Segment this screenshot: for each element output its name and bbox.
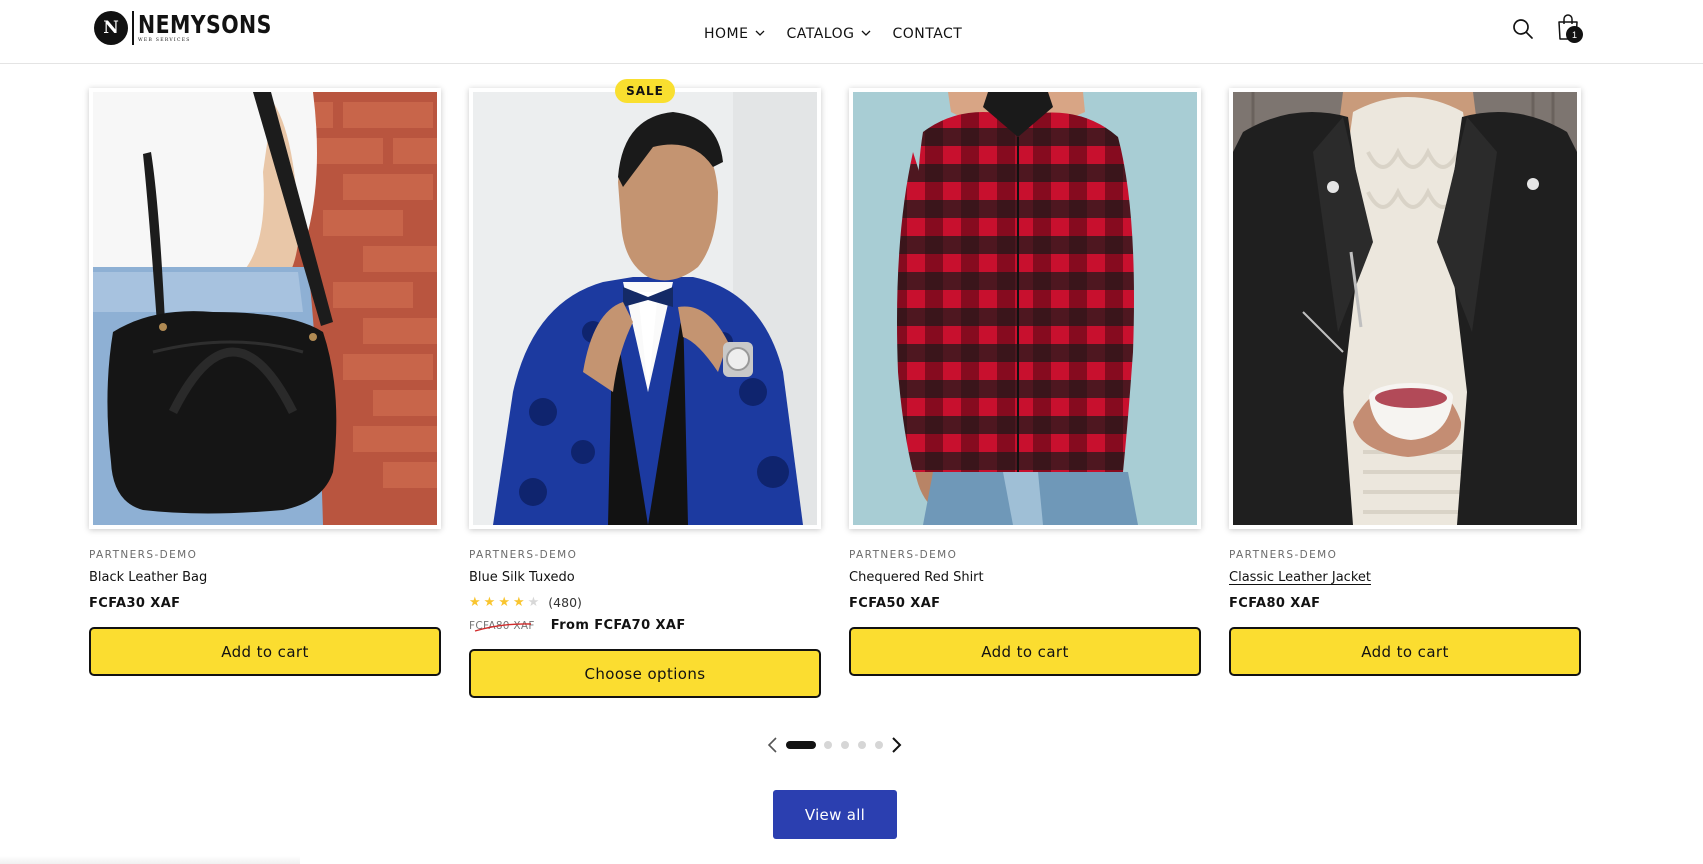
slider-prev-icon[interactable]: [765, 736, 781, 754]
strikethrough-mark: [474, 623, 532, 632]
product-title[interactable]: Chequered Red Shirt: [849, 570, 984, 585]
price-row: FCFA80 XAF From FCFA70 XAF: [469, 618, 821, 633]
logo-divider: [132, 11, 134, 45]
product-price: From FCFA70 XAF: [550, 618, 686, 633]
nav-item-contact[interactable]: CONTACT: [892, 26, 962, 42]
product-price: FCFA30 XAF: [89, 596, 181, 611]
site-logo[interactable]: N NEMYSONS WEB SERVICES: [94, 10, 301, 46]
logo-tagline: WEB SERVICES: [138, 38, 191, 44]
nav-item-label: CATALOG: [786, 26, 855, 42]
rating-count: (480): [548, 594, 582, 610]
nav-item-catalog[interactable]: CATALOG: [786, 26, 871, 42]
star-icon: ★: [469, 594, 481, 610]
add-to-cart-button[interactable]: Add to cart: [1229, 627, 1581, 676]
product-image[interactable]: [1229, 88, 1581, 529]
product-vendor: PARTNERS-DEMO: [469, 549, 578, 561]
slider-next-icon[interactable]: [888, 736, 904, 754]
sale-badge: SALE: [615, 79, 675, 103]
nav-item-label: CONTACT: [892, 26, 963, 42]
product-photo-shirt: [853, 92, 1197, 525]
product-price: FCFA80 XAF: [1229, 596, 1321, 611]
product-vendor: PARTNERS-DEMO: [849, 549, 958, 561]
slider-dot[interactable]: [875, 741, 883, 749]
site-header: N NEMYSONS WEB SERVICES HOME CATALOG CON…: [0, 0, 1703, 64]
cart-count-badge: 1: [1566, 26, 1583, 43]
product-card-chequered-red-shirt: PARTNERS-DEMO Chequered Red Shirt FCFA50…: [849, 88, 1201, 676]
chevron-down-icon: [862, 30, 871, 36]
slider-dot[interactable]: [824, 741, 832, 749]
popup-edge-shadow: [0, 856, 300, 864]
add-to-cart-button[interactable]: Add to cart: [849, 627, 1201, 676]
chevron-down-icon: [756, 30, 765, 36]
slider-dot[interactable]: [841, 741, 849, 749]
star-empty-icon: ★: [527, 594, 540, 610]
search-icon[interactable]: [1511, 17, 1535, 41]
choose-options-button[interactable]: Choose options: [469, 649, 821, 698]
slider-dot[interactable]: [858, 741, 866, 749]
product-card-classic-leather-jacket: PARTNERS-DEMO Classic Leather Jacket FCF…: [1229, 88, 1581, 676]
product-image[interactable]: [89, 88, 441, 529]
compare-at-price: FCFA80 XAF: [469, 620, 535, 632]
star-icon: ★: [498, 594, 510, 610]
star-icon: ★: [512, 594, 525, 610]
product-image[interactable]: [469, 88, 821, 529]
product-card-blue-silk-tuxedo: PARTNERS-DEMO Blue Silk Tuxedo ★ ★ ★ ★ ★…: [469, 88, 821, 698]
product-image[interactable]: [849, 88, 1201, 529]
main-nav: HOME CATALOG CONTACT: [704, 22, 962, 46]
product-price: FCFA50 XAF: [849, 596, 941, 611]
view-all-button[interactable]: View all: [773, 790, 897, 839]
add-to-cart-button[interactable]: Add to cart: [89, 627, 441, 676]
product-photo-jacket: [1233, 92, 1577, 525]
product-vendor: PARTNERS-DEMO: [89, 549, 198, 561]
product-title[interactable]: Blue Silk Tuxedo: [469, 570, 575, 585]
product-title[interactable]: Black Leather Bag: [89, 570, 207, 585]
logo-text: NEMYSONS WEB SERVICES: [138, 12, 301, 44]
product-rating: ★ ★ ★ ★ ★ (480): [469, 594, 821, 610]
star-icon: ★: [483, 594, 496, 610]
product-photo-bag: [93, 92, 437, 525]
nav-item-label: HOME: [704, 26, 749, 42]
product-vendor: PARTNERS-DEMO: [1229, 549, 1338, 561]
logo-name: NEMYSONS: [138, 10, 272, 40]
logo-mark: N: [94, 11, 128, 45]
nav-item-home[interactable]: HOME: [704, 26, 765, 42]
product-card-black-leather-bag: PARTNERS-DEMO Black Leather Bag FCFA30 X…: [89, 88, 441, 676]
product-photo-tuxedo: [473, 92, 817, 525]
product-title[interactable]: Classic Leather Jacket: [1229, 570, 1371, 585]
slider-dot-active[interactable]: [786, 741, 816, 749]
